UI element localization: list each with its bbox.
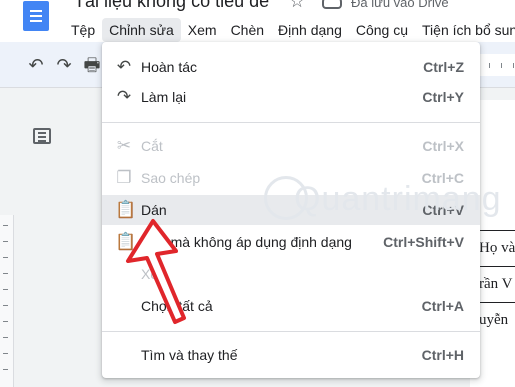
clipboard-icon: 📋 bbox=[115, 200, 137, 219]
menu-item-label: Làm lại bbox=[141, 89, 187, 105]
menu-item-label: Dán mà không áp dụng định dạng bbox=[141, 234, 352, 250]
menu-item-paste-without-formatting[interactable]: 📋 Dán mà không áp dụng định dạng Ctrl+Sh… bbox=[102, 227, 480, 257]
document-title[interactable]: Tài liệu không có tiêu đề bbox=[74, 0, 269, 12]
star-icon[interactable]: ☆ bbox=[289, 0, 305, 12]
app-header: Tài liệu không có tiêu đề ☆ Đã lưu vào D… bbox=[0, 0, 515, 42]
clipboard-text-icon: 📋 bbox=[115, 232, 137, 251]
redo-icon[interactable]: ↷ bbox=[53, 54, 75, 76]
menu-tools[interactable]: Công cụ bbox=[349, 18, 415, 42]
menu-item-label: Tìm và thay thế bbox=[141, 347, 238, 363]
menu-item-shortcut: Ctrl+C bbox=[421, 170, 464, 186]
watermark-bulb-icon bbox=[264, 176, 308, 220]
menu-item-find-replace[interactable]: Tìm và thay thế Ctrl+H bbox=[102, 340, 480, 370]
cloud-saved-icon bbox=[322, 0, 342, 9]
menu-item-shortcut: Ctrl+A bbox=[421, 298, 464, 314]
undo-icon: ↶ bbox=[116, 57, 132, 76]
menu-item-label: Xóa bbox=[141, 266, 166, 282]
menu-item-label: Hoàn tác bbox=[141, 59, 198, 75]
vertical-ruler[interactable] bbox=[0, 215, 14, 387]
saved-status[interactable]: Đã lưu vào Drive bbox=[351, 0, 449, 10]
undo-icon[interactable]: ↶ bbox=[25, 54, 47, 76]
scissors-icon: ✂ bbox=[116, 136, 132, 155]
menu-item-select-all[interactable]: Chọn tất cả Ctrl+A bbox=[102, 291, 480, 321]
menu-addons[interactable]: Tiện ích bổ sun bbox=[415, 18, 515, 42]
menu-item-shortcut: Ctrl+X bbox=[422, 138, 464, 154]
menu-item-undo[interactable]: ↶ Hoàn tác Ctrl+Z bbox=[102, 52, 480, 82]
menu-item-redo[interactable]: ↷ Làm lại Ctrl+Y bbox=[102, 82, 480, 112]
menu-divider bbox=[102, 331, 480, 332]
menu-item-label: Chọn tất cả bbox=[141, 298, 213, 314]
menu-item-shortcut: Ctrl+Y bbox=[422, 89, 464, 105]
menu-item-shortcut: Ctrl+H bbox=[421, 347, 464, 363]
document-outline-icon[interactable] bbox=[33, 128, 51, 144]
menu-item-shortcut: Ctrl+V bbox=[422, 202, 464, 218]
menu-item-label: Dán bbox=[141, 202, 167, 218]
menu-view[interactable]: Xem bbox=[181, 18, 224, 42]
redo-icon: ↷ bbox=[116, 87, 132, 106]
print-icon[interactable]: 🖶 bbox=[81, 54, 103, 76]
menu-edit[interactable]: Chỉnh sửa bbox=[102, 18, 181, 42]
menu-item-label: Sao chép bbox=[141, 170, 201, 186]
menu-file[interactable]: Tệp bbox=[64, 18, 102, 42]
menu-item-label: Cắt bbox=[141, 138, 163, 154]
menu-format[interactable]: Định dạng bbox=[271, 18, 349, 42]
menu-item-shortcut: Ctrl+Shift+V bbox=[383, 234, 464, 250]
copy-icon: ❐ bbox=[116, 168, 132, 187]
menu-item-delete[interactable]: Xóa bbox=[102, 259, 480, 289]
menu-item-cut[interactable]: ✂ Cắt Ctrl+X bbox=[102, 131, 480, 161]
menu-item-shortcut: Ctrl+Z bbox=[423, 59, 464, 75]
menu-divider bbox=[102, 122, 480, 123]
menu-bar: Tệp Chỉnh sửa Xem Chèn Định dạng Công cụ Tiện … bbox=[64, 18, 515, 42]
docs-logo-icon[interactable] bbox=[23, 1, 49, 31]
menu-insert[interactable]: Chèn bbox=[224, 18, 271, 42]
